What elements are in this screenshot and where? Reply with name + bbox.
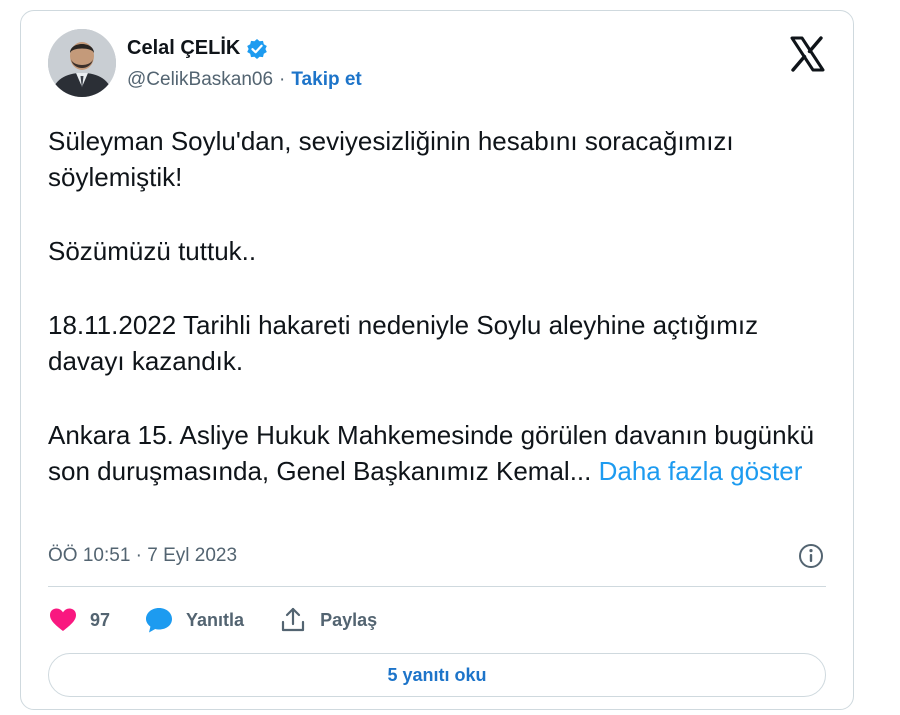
x-logo-icon[interactable]: [788, 35, 826, 73]
heart-icon: [50, 608, 76, 631]
share-label: Paylaş: [320, 609, 378, 630]
info-icon[interactable]: [796, 541, 826, 571]
reply-label: Yanıtla: [186, 609, 245, 630]
tweet-header: Celal ÇELİK @CelikBaskan06 · Takip et: [48, 29, 826, 109]
name-row: Celal ÇELİK: [127, 37, 268, 60]
share-button[interactable]: Paylaş: [278, 605, 377, 635]
like-count: 97: [90, 609, 111, 630]
tweet-body: Süleyman Soylu'dan, seviyesizliğinin hes…: [48, 123, 838, 527]
show-more-link[interactable]: Daha fazla göster: [599, 456, 803, 486]
tweet-paragraph-last: Ankara 15. Asliye Hukuk Mahkemesinde gör…: [48, 417, 838, 489]
tweet-paragraph: Sözümüzü tuttuk..: [48, 236, 257, 266]
like-button[interactable]: 97: [48, 605, 110, 635]
follow-link[interactable]: Takip et: [291, 69, 361, 91]
divider: [48, 586, 826, 587]
tweet-paragraph: Süleyman Soylu'dan, seviyesizliğinin hes…: [48, 126, 734, 192]
user-handle[interactable]: @CelikBaskan06: [127, 69, 273, 91]
share-upload-icon: [281, 607, 305, 632]
tweet-meta: ÖÖ 10:51 · 7 Eyl 2023: [48, 539, 826, 575]
separator-dot: ·: [279, 69, 286, 90]
handle-row: @CelikBaskan06 · Takip et: [127, 69, 362, 91]
speech-bubble-icon: [146, 608, 173, 633]
action-bar: 97 Yanıtla Paylaş: [48, 603, 411, 637]
display-name[interactable]: Celal ÇELİK: [127, 37, 240, 60]
tweet-card: Celal ÇELİK @CelikBaskan06 · Takip et Sü…: [20, 10, 854, 710]
avatar-image: [48, 29, 116, 97]
verified-badge-icon: [246, 38, 268, 60]
tweet-paragraph: 18.11.2022 Tarihli hakareti nedeniyle So…: [48, 310, 759, 376]
avatar[interactable]: [48, 29, 116, 97]
read-replies-button[interactable]: 5 yanıtı oku: [48, 653, 826, 697]
timestamp[interactable]: ÖÖ 10:51 · 7 Eyl 2023: [48, 545, 237, 567]
reply-button[interactable]: Yanıtla: [144, 605, 244, 635]
